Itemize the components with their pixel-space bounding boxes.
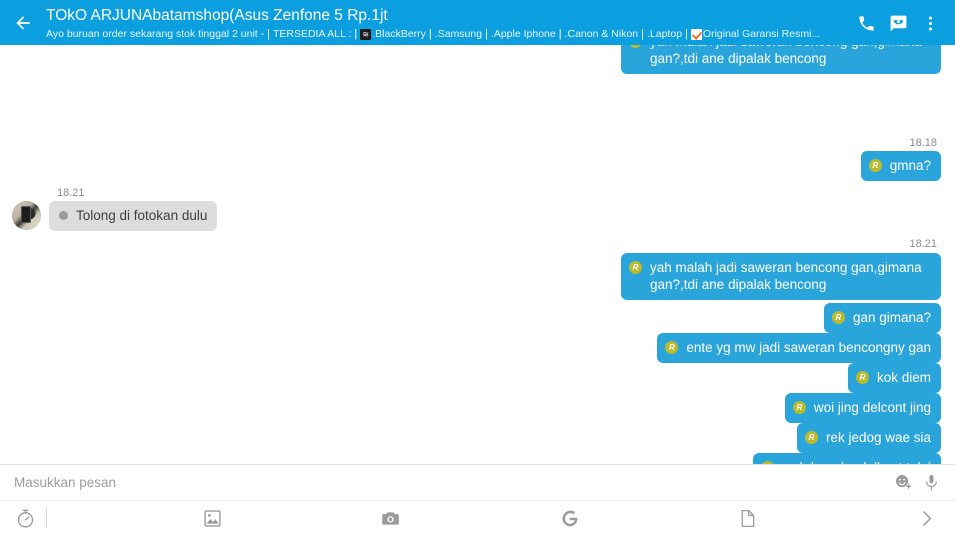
chat-app-window: TOkO ARJUNAbatamshop(Asus Zenfone 5 Rp.1…	[0, 0, 955, 535]
page-title: TOkO ARJUNAbatamshop(Asus Zenfone 5 Rp.1…	[46, 7, 388, 24]
voicemail-icon	[890, 15, 906, 31]
subtitle-separator: |	[485, 28, 488, 40]
chevron-right-icon	[922, 510, 931, 526]
composer	[0, 464, 955, 535]
message-text: yah malah jadi saweran bencong gan,giman…	[650, 260, 922, 292]
call-icon	[858, 15, 874, 31]
composer-toolbar	[0, 501, 955, 535]
subtitle-tag-garansi: Original Garansi Resmi...	[702, 28, 821, 40]
app-header: TOkO ARJUNAbatamshop(Asus Zenfone 5 Rp.1…	[0, 0, 955, 45]
header-actions	[851, 8, 945, 38]
google-button[interactable]	[552, 501, 586, 535]
message-row: R gan gimana?	[823, 303, 941, 333]
message-row-incoming: Tolong di fotokan dulu	[12, 187, 218, 231]
message-timestamp: 18.18	[909, 137, 937, 149]
back-button[interactable]	[6, 6, 40, 40]
message-timestamp: 18.21	[909, 238, 937, 250]
message-text: Tolong di fotokan dulu	[76, 208, 208, 223]
voicemail-button[interactable]	[883, 8, 913, 38]
sender-badge-r: R	[831, 311, 845, 324]
sender-badge-r: R	[868, 159, 882, 172]
message-text: gan gimana?	[852, 310, 931, 325]
message-bubble-outgoing[interactable]: R rek jedog wae sia	[796, 423, 941, 453]
message-bubble-outgoing[interactable]: R weh bangke delkont tolol	[753, 453, 941, 464]
message-bubble-outgoing[interactable]: R yah malah jadi saweran bencong gan,gim…	[621, 45, 941, 74]
message-row: R yah malah jadi saweran bencong gan,gim…	[621, 45, 941, 74]
call-button[interactable]	[851, 8, 881, 38]
emoji-add-button[interactable]	[889, 469, 917, 497]
microphone-button[interactable]	[917, 469, 945, 497]
message-text: kok diem	[876, 370, 931, 385]
message-bubble-outgoing[interactable]: R kok diem	[847, 363, 941, 393]
message-row: R woi jing delcont jing	[784, 393, 941, 423]
message-input[interactable]	[14, 475, 889, 490]
sender-badge-r: R	[629, 45, 642, 48]
header-subtitle: Ayo buruan order sekarang stok tinggal 2…	[46, 27, 851, 41]
emoji-add-icon	[895, 475, 911, 489]
message-row: R weh bangke delkont tolol	[753, 453, 941, 464]
message-row: R kok diem	[847, 363, 941, 393]
subtitle-lead: Ayo buruan order sekarang stok tinggal 2…	[46, 28, 265, 40]
message-row: R rek jedog wae sia	[796, 423, 941, 453]
camera-icon	[382, 511, 400, 525]
overflow-menu-button[interactable]	[915, 8, 945, 38]
document-icon	[741, 509, 755, 527]
subtitle-separator: |	[641, 28, 644, 40]
subtitle-tag-tersedia: TERSEDIA ALL :	[272, 28, 352, 40]
sender-badge-r: R	[804, 431, 818, 444]
more-tools-button[interactable]	[909, 501, 943, 535]
subtitle-separator: |	[685, 28, 688, 40]
subtitle-separator: |	[354, 28, 358, 40]
message-text: ente yg mw jadi saweran bencongny gan	[686, 340, 931, 355]
overflow-menu-icon	[928, 15, 932, 31]
subtitle-tag-canon-nikon: .Canon & Nikon	[564, 28, 639, 40]
message-bubble-outgoing[interactable]: R yah malah jadi saweran bencong gan,gim…	[621, 253, 941, 300]
subtitle-separator: |	[428, 28, 432, 40]
composer-input-row	[0, 465, 955, 501]
message-text: weh bangke delkont tolol	[782, 459, 931, 464]
message-row: R ente yg mw jadi saweran bencongny gan	[657, 333, 941, 363]
message-row: R gmna?	[860, 151, 941, 181]
message-row: R yah malah jadi saweran bencong gan,gim…	[621, 253, 941, 300]
header-text-block: TOkO ARJUNAbatamshop(Asus Zenfone 5 Rp.1…	[40, 4, 851, 41]
subtitle-tag-laptop: .Laptop	[647, 28, 683, 40]
sender-badge-r: R	[761, 461, 775, 464]
message-bubble-outgoing[interactable]: R woi jing delcont jing	[784, 393, 941, 423]
status-dot-icon	[59, 211, 68, 220]
message-text: woi jing delcont jing	[813, 400, 931, 415]
orange-check-icon	[690, 28, 702, 40]
arrow-left-icon	[16, 16, 30, 30]
document-button[interactable]	[731, 501, 765, 535]
sender-badge-r: R	[665, 341, 679, 354]
google-icon	[562, 510, 578, 526]
subtitle-separator: |	[558, 28, 562, 40]
subtitle-separator: |	[267, 28, 270, 40]
message-text: gmna?	[889, 158, 931, 173]
gallery-button[interactable]	[195, 501, 229, 535]
camera-button[interactable]	[374, 501, 408, 535]
stopwatch-button[interactable]	[8, 501, 42, 535]
stopwatch-icon	[17, 509, 33, 527]
subtitle-tag-apple: .Apple Iphone	[490, 28, 556, 40]
sender-badge-r: R	[792, 401, 806, 414]
message-bubble-outgoing[interactable]: R gan gimana?	[823, 303, 941, 333]
sender-badge-r: R	[629, 261, 642, 274]
message-bubble-incoming[interactable]: Tolong di fotokan dulu	[49, 201, 218, 231]
subtitle-tag-blackberry: .BlackBerry	[372, 28, 426, 40]
avatar[interactable]	[12, 201, 41, 230]
message-bubble-outgoing[interactable]: R ente yg mw jadi saweran bencongny gan	[657, 333, 941, 363]
sender-badge-r: R	[855, 371, 869, 384]
microphone-icon	[925, 474, 937, 491]
blackberry-icon: ≋	[360, 28, 372, 40]
toolbar-divider	[46, 508, 47, 528]
message-text: rek jedog wae sia	[825, 430, 931, 445]
message-text: yah malah jadi saweran bencong gan,giman…	[650, 45, 922, 66]
message-bubble-outgoing[interactable]: R gmna?	[860, 151, 941, 181]
subtitle-tag-samsung: .Samsung	[434, 28, 483, 40]
gallery-icon	[204, 509, 221, 527]
message-list[interactable]: R yah malah jadi saweran bencong gan,gim…	[0, 45, 955, 464]
